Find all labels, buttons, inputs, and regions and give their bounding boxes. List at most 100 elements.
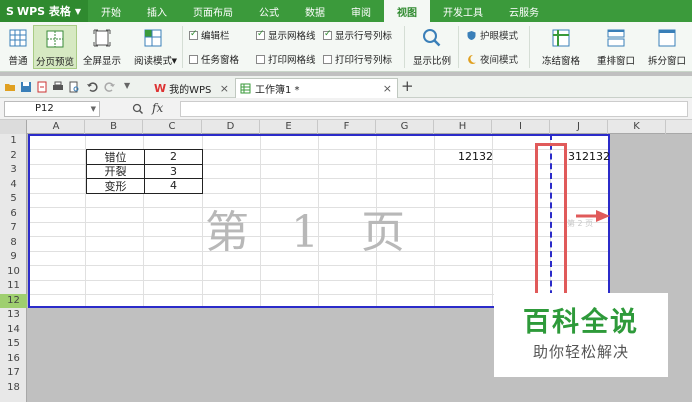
split-window-button[interactable]: 拆分窗口 — [644, 25, 690, 69]
reading-mode-button[interactable]: 阅读模式 ▼ — [127, 25, 179, 69]
column-header[interactable]: G — [376, 120, 434, 134]
formula-bar: P12 ▼ fx — [0, 98, 692, 120]
row-header[interactable]: 15 — [0, 337, 27, 352]
app-menu-button[interactable]: S WPS 表格 ▼ — [0, 0, 88, 22]
normal-view-icon — [9, 29, 27, 47]
row-header[interactable]: 13 — [0, 308, 27, 323]
new-tab-plus-icon[interactable]: + — [401, 77, 414, 95]
row-header[interactable]: 9 — [0, 250, 27, 265]
menu-tab-home[interactable]: 开始 — [88, 0, 134, 22]
table-cell-c2[interactable]: 2 — [144, 149, 203, 165]
print-page-area[interactable]: 错位 2 开裂 3 变形 4 12132 312132 第 1 页 第 2 页 — [28, 134, 610, 308]
table-cell-b3[interactable]: 开裂 — [86, 163, 145, 179]
document-tab-bar: ▼ W 我的WPS × 工作簿1 * × + — [0, 76, 692, 98]
select-all-corner[interactable] — [0, 120, 27, 134]
insert-function-icon[interactable]: fx — [152, 101, 163, 115]
row-header[interactable]: 11 — [0, 279, 27, 294]
row-header[interactable]: 1 — [0, 134, 27, 149]
column-header[interactable]: K — [608, 120, 666, 134]
column-header[interactable]: D — [202, 120, 260, 134]
table-cell-c4[interactable]: 4 — [144, 178, 203, 194]
close-icon[interactable]: × — [220, 82, 229, 95]
name-box[interactable]: P12 ▼ — [4, 101, 100, 117]
show-headings-checkbox[interactable]: 显示行号列标 — [323, 28, 392, 42]
page-1-watermark: 第 1 页 — [205, 207, 419, 258]
tab-workbook-1[interactable]: 工作簿1 * × — [235, 78, 398, 98]
normal-view-button[interactable]: 普通 — [4, 25, 32, 69]
column-header-bar: A B C D E F G H I J K — [0, 120, 692, 134]
spreadsheet-file-icon — [240, 83, 251, 94]
ribbon-divider — [404, 26, 405, 68]
column-header[interactable]: C — [143, 120, 202, 134]
undo-icon[interactable] — [86, 81, 98, 93]
row-header[interactable]: 3 — [0, 163, 27, 178]
menu-tab-page-layout[interactable]: 页面布局 — [180, 0, 246, 22]
night-mode-button[interactable]: 夜间模式 — [466, 52, 518, 66]
menu-tab-review[interactable]: 审阅 — [338, 0, 384, 22]
page-break-preview-button[interactable]: 分页预览 — [33, 25, 77, 69]
row-header[interactable]: 2 — [0, 149, 27, 164]
chevron-down-icon[interactable]: ▼ — [124, 81, 130, 90]
menu-tab-data[interactable]: 数据 — [292, 0, 338, 22]
export-pdf-icon[interactable] — [36, 81, 48, 93]
fullscreen-button[interactable]: 全屏显示 — [80, 25, 124, 69]
open-folder-icon[interactable] — [4, 81, 16, 93]
brand-subtitle: 助你轻松解决 — [532, 343, 629, 361]
zoom-search-icon[interactable] — [132, 103, 144, 115]
column-header[interactable]: F — [318, 120, 376, 134]
column-header[interactable]: I — [492, 120, 550, 134]
zoom-button[interactable]: 显示比例 — [410, 25, 454, 69]
column-header[interactable]: A — [28, 120, 85, 134]
page-break-preview-icon — [46, 30, 64, 48]
column-header[interactable]: E — [260, 120, 318, 134]
row-header[interactable]: 5 — [0, 192, 27, 207]
save-icon[interactable] — [20, 81, 32, 93]
row-header[interactable]: 17 — [0, 366, 27, 381]
row-header[interactable]: 10 — [0, 265, 27, 280]
formula-input[interactable] — [180, 101, 688, 117]
freeze-panes-button[interactable]: 冻结窗格 — [534, 25, 588, 69]
table-cell-b2[interactable]: 错位 — [86, 149, 145, 165]
column-header[interactable]: B — [85, 120, 143, 134]
show-gridlines-checkbox[interactable]: 显示网格线 — [256, 28, 316, 42]
menu-tab-insert[interactable]: 插入 — [134, 0, 180, 22]
row-header[interactable]: 7 — [0, 221, 27, 236]
row-header[interactable]: 8 — [0, 236, 27, 251]
cell-j2[interactable]: 312132 — [568, 150, 610, 163]
highlight-box — [535, 143, 567, 313]
column-header[interactable]: J — [550, 120, 608, 134]
print-headings-checkbox[interactable]: 打印行号列标 — [323, 52, 392, 66]
close-icon[interactable]: × — [383, 82, 392, 95]
wps-w-icon: W — [154, 81, 167, 95]
tab-my-wps[interactable]: W 我的WPS × — [150, 78, 234, 98]
app-name: WPS 表格 — [16, 5, 71, 18]
row-header[interactable]: 16 — [0, 352, 27, 367]
redo-icon[interactable] — [104, 81, 116, 93]
print-gridlines-checkbox[interactable]: 打印网格线 — [256, 52, 316, 66]
menu-tab-cloud[interactable]: 云服务 — [496, 0, 552, 22]
row-header-bar: 1 2 3 4 5 6 7 8 9 10 11 12 13 14 15 16 1… — [0, 134, 27, 402]
print-preview-icon[interactable] — [68, 81, 80, 93]
cell-h2[interactable]: 12132 — [458, 150, 493, 163]
menu-tab-developer[interactable]: 开发工具 — [430, 0, 496, 22]
ribbon-divider — [458, 26, 459, 68]
row-header[interactable]: 14 — [0, 323, 27, 338]
menu-tab-view[interactable]: 视图 — [384, 0, 430, 22]
task-pane-checkbox[interactable]: 任务窗格 — [189, 52, 239, 66]
ribbon-divider — [182, 26, 183, 68]
column-header[interactable]: H — [434, 120, 492, 134]
table-cell-b4[interactable]: 变形 — [86, 178, 145, 194]
chevron-down-icon[interactable]: ▼ — [91, 102, 96, 116]
row-header-selected[interactable]: 12 — [0, 293, 27, 308]
shield-icon — [467, 30, 476, 40]
menu-tab-formulas[interactable]: 公式 — [246, 0, 292, 22]
row-header[interactable]: 6 — [0, 207, 27, 222]
arrange-windows-button[interactable]: 重排窗口 — [590, 25, 642, 69]
eye-protection-button[interactable]: 护眼模式 — [466, 28, 518, 42]
table-cell-c3[interactable]: 3 — [144, 163, 203, 179]
print-icon[interactable] — [52, 81, 64, 93]
brand-title: 百科全说 — [523, 307, 639, 338]
row-header[interactable]: 4 — [0, 178, 27, 193]
formula-bar-checkbox[interactable]: 编辑栏 — [189, 28, 230, 42]
row-header[interactable]: 18 — [0, 381, 27, 396]
